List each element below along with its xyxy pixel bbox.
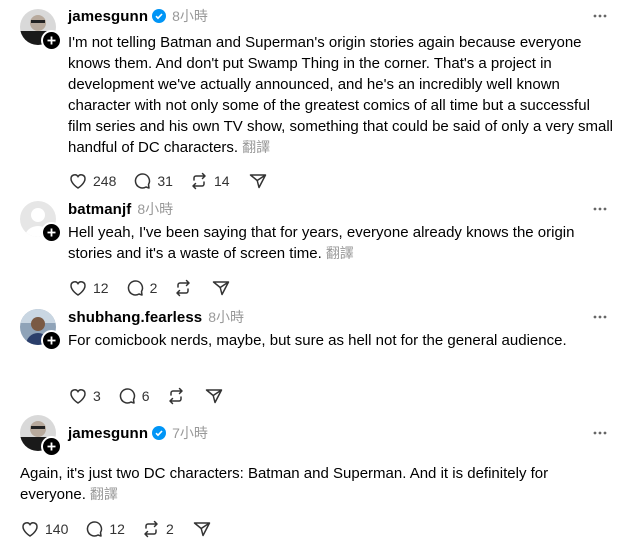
heart-icon [22, 522, 38, 537]
more-icon[interactable] [590, 6, 610, 26]
verified-icon [152, 426, 167, 440]
post-text: Hell yeah, I've been saying that for yea… [68, 224, 575, 262]
repost-button[interactable] [166, 384, 186, 408]
avatar[interactable] [20, 201, 62, 243]
username[interactable]: jamesgunn [68, 425, 148, 442]
translate-link[interactable]: 翻譯 [326, 245, 354, 261]
like-count: 12 [93, 280, 109, 296]
username[interactable]: batmanjf [68, 201, 131, 218]
follow-plus-icon[interactable] [41, 222, 62, 243]
comment-button[interactable]: 2 [125, 276, 158, 300]
comment-button[interactable]: 6 [117, 384, 150, 408]
repost-button[interactable] [173, 276, 193, 300]
repost-count: 2 [165, 521, 174, 537]
avatar[interactable] [20, 415, 62, 457]
more-icon[interactable] [590, 199, 610, 219]
like-count: 3 [93, 388, 101, 404]
share-icon [213, 281, 230, 296]
share-icon [249, 174, 266, 189]
repost-count: 14 [213, 173, 230, 189]
translate-link[interactable]: 翻譯 [90, 486, 118, 502]
username[interactable]: shubhang.fearless [68, 309, 202, 326]
more-icon[interactable] [590, 307, 610, 327]
repost-icon [144, 520, 158, 538]
verified-icon [152, 9, 167, 23]
heart-icon [70, 389, 86, 404]
post-text: Again, it's just two DC characters: Batm… [20, 465, 549, 503]
comment-count: 6 [141, 388, 150, 404]
comment-button[interactable]: 12 [84, 517, 125, 541]
comment-icon [127, 280, 143, 296]
comment-icon [135, 173, 151, 189]
share-button[interactable] [211, 276, 231, 300]
repost-icon [176, 279, 191, 297]
share-icon [205, 389, 222, 404]
repost-button[interactable]: 14 [189, 169, 230, 193]
repost-icon [192, 172, 206, 190]
avatar[interactable] [20, 9, 62, 51]
follow-plus-icon[interactable] [41, 330, 62, 351]
share-button[interactable] [192, 517, 212, 541]
comment-icon [119, 388, 135, 404]
timestamp[interactable]: 8小時 [208, 307, 244, 327]
comment-count: 31 [157, 173, 173, 189]
avatar[interactable] [20, 309, 62, 351]
comment-icon [87, 521, 103, 537]
follow-plus-icon[interactable] [41, 436, 62, 457]
like-button[interactable]: 12 [68, 276, 109, 300]
share-icon [193, 522, 210, 537]
heart-icon [70, 281, 86, 296]
repost-icon [168, 387, 183, 405]
timestamp[interactable]: 8小時 [172, 6, 208, 26]
share-button[interactable] [248, 169, 268, 193]
comment-count: 12 [109, 521, 125, 537]
follow-plus-icon[interactable] [41, 30, 62, 51]
comment-button[interactable]: 31 [132, 169, 173, 193]
like-button[interactable]: 3 [68, 384, 101, 408]
share-button[interactable] [204, 384, 224, 408]
username[interactable]: jamesgunn [68, 8, 148, 25]
translate-link[interactable]: 翻譯 [242, 139, 270, 155]
post-text: For comicbook nerds, maybe, but sure as … [68, 332, 567, 349]
like-button[interactable]: 248 [68, 169, 116, 193]
like-count: 248 [93, 173, 117, 189]
timestamp[interactable]: 7小時 [172, 423, 208, 443]
heart-icon [70, 174, 86, 189]
like-count: 140 [45, 521, 69, 537]
post-text: I'm not telling Batman and Superman's or… [68, 34, 613, 156]
comment-count: 2 [149, 280, 158, 296]
repost-button[interactable]: 2 [141, 517, 174, 541]
more-icon[interactable] [590, 423, 610, 443]
timestamp[interactable]: 8小時 [137, 199, 173, 219]
like-button[interactable]: 140 [20, 517, 68, 541]
